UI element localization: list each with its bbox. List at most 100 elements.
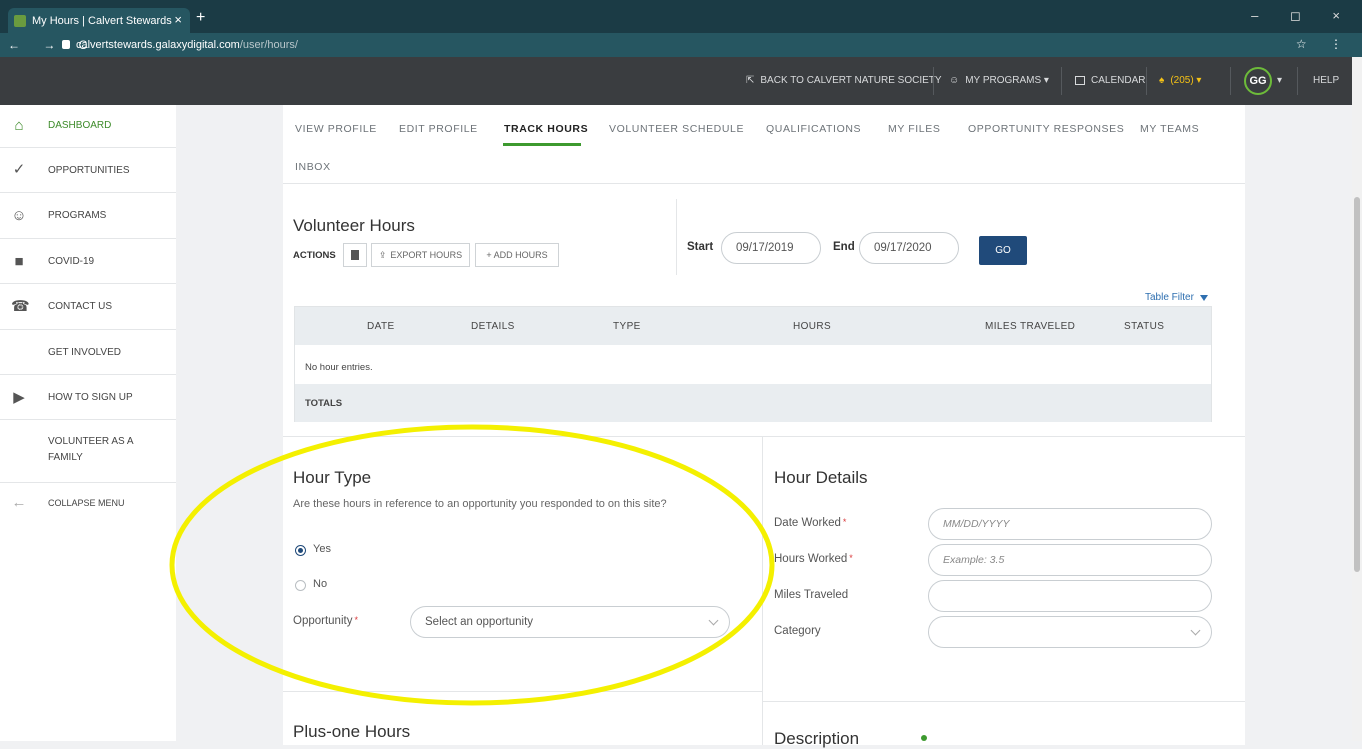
hours-placeholder: Example: 3.5 <box>943 554 1005 566</box>
sidebar-item-label: VOLUNTEER AS A FAMILY <box>48 436 134 463</box>
sidebar-item-label: GET INVOLVED <box>48 347 121 358</box>
date-worked-input[interactable]: MM/DD/YYYY <box>928 508 1212 540</box>
main-content: VIEW PROFILE EDIT PROFILE TRACK HOURS VO… <box>283 105 1245 748</box>
table-filter-link[interactable]: Table Filter <box>1145 292 1208 303</box>
browser-tab[interactable]: My Hours | Calvert Stewards × <box>8 8 190 33</box>
sidebar: ⌂ DASHBOARD ✓ OPPORTUNITIES ☺ PROGRAMS ■… <box>0 105 176 741</box>
sidebar-item-programs[interactable]: ☺ PROGRAMS <box>0 193 176 239</box>
my-programs-dropdown[interactable]: ☺ MY PROGRAMS ▾ <box>949 75 1049 86</box>
collapse-arrow-icon: ← <box>11 494 27 511</box>
back-to-society-link[interactable]: ⇱ BACK TO CALVERT NATURE SOCIETY <box>746 75 942 86</box>
tab-volunteer-schedule[interactable]: VOLUNTEER SCHEDULE <box>609 123 744 135</box>
volunteer-hours-title: Volunteer Hours <box>293 216 415 235</box>
tab-qualifications[interactable]: QUALIFICATIONS <box>766 123 861 135</box>
tab-edit-profile[interactable]: EDIT PROFILE <box>399 123 478 135</box>
people-icon: ☺ <box>11 207 27 224</box>
hours-worked-input[interactable]: Example: 3.5 <box>928 544 1212 576</box>
opportunity-label: Opportunity * <box>293 615 358 627</box>
actions-label: ACTIONS <box>293 250 336 261</box>
tab-opportunity-responses[interactable]: OPPORTUNITY RESPONSES <box>968 123 1124 135</box>
sidebar-item-get-involved[interactable]: GET INVOLVED <box>0 330 176 375</box>
back-link-label: BACK TO CALVERT NATURE SOCIETY <box>760 75 942 86</box>
plus-one-title: Plus-one Hours <box>293 722 411 741</box>
calendar-icon <box>1075 76 1085 85</box>
yes-radio[interactable] <box>295 545 306 556</box>
tab-view-profile[interactable]: VIEW PROFILE <box>295 123 377 135</box>
delete-hours-button[interactable] <box>343 243 367 267</box>
sidebar-item-label: DASHBOARD <box>48 120 112 131</box>
tab-my-teams[interactable]: MY TEAMS <box>1140 123 1199 135</box>
add-hours-button[interactable]: + ADD HOURS <box>475 243 559 267</box>
home-icon: ⌂ <box>14 117 24 134</box>
export-hours-label: EXPORT HOURS <box>390 250 463 260</box>
start-date-input[interactable]: 09/17/2019 <box>721 232 821 264</box>
sidebar-item-label: COVID-19 <box>48 256 95 267</box>
end-date-input[interactable]: 09/17/2020 <box>859 232 959 264</box>
sidebar-item-volunteer-family[interactable]: VOLUNTEER AS A FAMILY <box>0 420 176 483</box>
video-people-icon: ▶ <box>13 389 25 406</box>
no-label[interactable]: No <box>313 578 327 590</box>
export-hours-button[interactable]: ⇪ EXPORT HOURS <box>371 243 470 267</box>
sidebar-item-how-to-sign-up[interactable]: ▶ HOW TO SIGN UP <box>0 375 176 420</box>
scrollbar-thumb[interactable] <box>1354 197 1360 572</box>
opportunity-select[interactable]: Select an opportunity <box>410 606 730 638</box>
sidebar-item-contact-us[interactable]: ☎ CONTACT US <box>0 284 176 330</box>
bookmark-menu-icons[interactable]: ☆ ⋮ <box>1296 37 1352 51</box>
column-header-details[interactable]: DETAILS <box>471 321 515 332</box>
hours-table: DATE DETAILS TYPE HOURS MILES TRAVELED S… <box>294 306 1212 422</box>
sidebar-item-label: COLLAPSE MENU <box>48 498 125 508</box>
no-radio[interactable] <box>295 580 306 591</box>
hours-worked-label: Hours Worked * <box>774 553 853 565</box>
sidebar-item-collapse-menu[interactable]: ← COLLAPSE MENU <box>0 483 176 523</box>
tab-title: My Hours | Calvert Stewards <box>32 14 172 27</box>
table-header: DATE DETAILS TYPE HOURS MILES TRAVELED S… <box>295 307 1211 345</box>
hour-type-title: Hour Type <box>293 468 372 487</box>
new-tab-button[interactable]: + <box>196 9 205 27</box>
category-label: Category <box>774 625 821 637</box>
yes-label[interactable]: Yes <box>313 543 331 555</box>
tab-my-files[interactable]: MY FILES <box>888 123 940 135</box>
export-icon: ⇪ <box>378 249 387 260</box>
date-worked-label: Date Worked * <box>774 517 847 529</box>
page-scrollbar[interactable] <box>1352 57 1362 741</box>
tab-inbox[interactable]: INBOX <box>295 161 331 173</box>
chevron-down-icon <box>1190 625 1201 636</box>
tab-close-icon[interactable]: × <box>174 12 182 27</box>
avatar[interactable]: GG <box>1244 67 1272 95</box>
help-link[interactable]: HELP <box>1313 75 1339 86</box>
sidebar-item-label: CONTACT US <box>48 301 113 312</box>
filter-icon <box>1199 294 1208 301</box>
active-tab-indicator <box>503 143 581 146</box>
window-controls[interactable]: – ◻ × <box>1251 8 1354 24</box>
my-programs-label: MY PROGRAMS ▾ <box>965 75 1049 86</box>
column-header-status[interactable]: STATUS <box>1124 321 1164 332</box>
trash-icon <box>351 250 359 260</box>
notifications-dropdown[interactable]: ♠ (205) ▾ <box>1159 75 1201 86</box>
sidebar-item-opportunities[interactable]: ✓ OPPORTUNITIES <box>0 148 176 193</box>
url-host: calvertstewards.galaxydigital.com <box>76 39 240 51</box>
url-field[interactable]: calvertstewards.galaxydigital.com/user/h… <box>76 39 298 51</box>
external-link-icon: ⇱ <box>746 75 755 86</box>
profile-tabs: VIEW PROFILE EDIT PROFILE TRACK HOURS VO… <box>283 105 1245 184</box>
miles-traveled-input[interactable] <box>928 580 1212 612</box>
column-header-type[interactable]: TYPE <box>613 321 641 332</box>
people-icon: ☺ <box>949 75 960 86</box>
column-header-date[interactable]: DATE <box>367 321 395 332</box>
app-top-bar: ⇱ BACK TO CALVERT NATURE SOCIETY ☺ MY PR… <box>0 57 1352 105</box>
miles-traveled-label: Miles Traveled <box>774 589 849 601</box>
avatar-caret-icon[interactable]: ▾ <box>1277 75 1282 86</box>
add-hours-label: + ADD HOURS <box>486 250 548 260</box>
column-header-hours[interactable]: HOURS <box>793 321 831 332</box>
column-header-miles[interactable]: MILES TRAVELED <box>985 321 1075 332</box>
hour-details-title: Hour Details <box>774 468 868 487</box>
sidebar-item-dashboard[interactable]: ⌂ DASHBOARD <box>0 105 176 148</box>
favicon-icon <box>14 14 26 27</box>
tab-track-hours[interactable]: TRACK HOURS <box>504 123 588 135</box>
calendar-link[interactable]: CALENDAR <box>1075 75 1145 86</box>
sidebar-item-covid[interactable]: ■ COVID-19 <box>0 239 176 284</box>
go-button[interactable]: GO <box>979 236 1027 265</box>
start-label: Start <box>687 241 714 253</box>
circle-square-icon: ■ <box>14 253 24 270</box>
description-title: Description <box>774 729 860 748</box>
category-select[interactable] <box>928 616 1212 648</box>
